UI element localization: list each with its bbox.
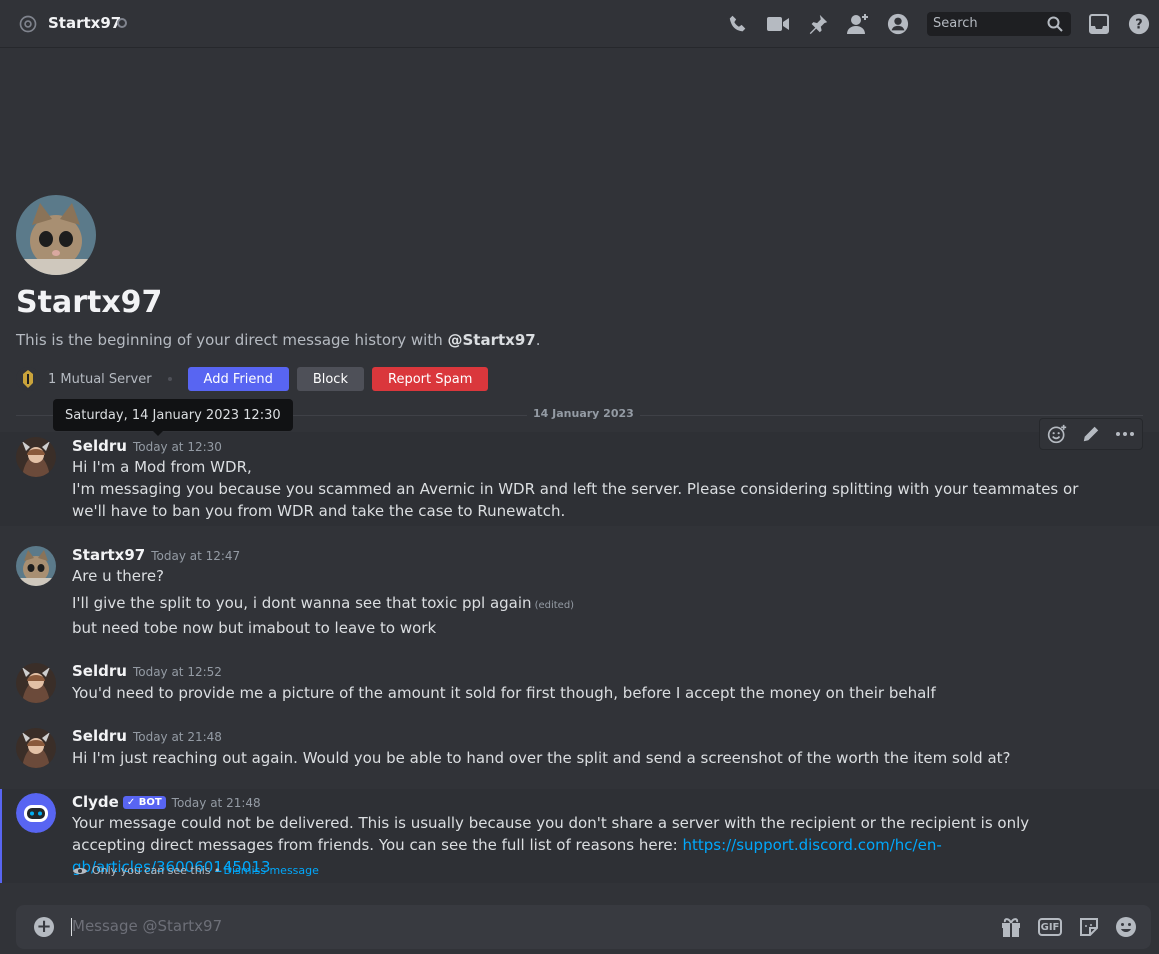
message-timestamp[interactable]: Today at 12:47	[151, 549, 240, 563]
channel-header: Startx97 Search ?	[0, 0, 1159, 48]
more-icon[interactable]	[1115, 424, 1135, 444]
dm-avatar	[16, 195, 96, 275]
add-friend-button[interactable]: Add Friend	[187, 367, 289, 391]
inbox-icon[interactable]	[1087, 12, 1111, 36]
add-friends-to-dm-icon[interactable]	[846, 12, 870, 36]
sticker-icon[interactable]	[1077, 915, 1101, 939]
message-item[interactable]: Startx97 Today at 12:47 Are u there? I'll…	[0, 540, 1159, 640]
edit-icon[interactable]	[1082, 425, 1100, 443]
message-text: Hi I'm a Mod from WDR,	[72, 458, 252, 476]
block-button[interactable]: Block	[296, 367, 364, 391]
message-text: Are u there?	[72, 567, 165, 585]
pin-icon[interactable]	[806, 12, 830, 36]
upload-plus-icon[interactable]: +	[34, 917, 54, 937]
channel-title[interactable]: Startx97	[48, 14, 121, 32]
user-profile-icon[interactable]	[886, 12, 910, 36]
add-reaction-icon[interactable]	[1047, 424, 1067, 444]
startx97-avatar[interactable]	[16, 546, 56, 586]
separator-dot	[167, 377, 172, 381]
message-composer[interactable]: + Message @Startx97 GIF	[16, 905, 1151, 949]
voice-call-icon[interactable]	[726, 12, 750, 36]
eye-icon	[73, 867, 87, 874]
ephemeral-notice: Only you can see this • Dismiss message	[72, 864, 319, 877]
seldru-avatar[interactable]	[16, 728, 56, 768]
author-name[interactable]: Seldru	[72, 727, 127, 745]
author-name[interactable]: Seldru	[72, 662, 127, 680]
mutual-server-link[interactable]: 1 Mutual Server	[48, 372, 152, 387]
seldru-avatar[interactable]	[16, 663, 56, 703]
gif-picker-icon[interactable]: GIF	[1038, 915, 1062, 939]
date-divider-label: 14 January 2023	[527, 407, 640, 420]
svg-text:?: ?	[1135, 18, 1142, 33]
at-icon	[19, 15, 37, 33]
message-item[interactable]: Seldru Today at 12:30 Hi I'm a Mod from W…	[0, 432, 1159, 526]
search-icon	[1047, 16, 1063, 32]
message-item[interactable]: Seldru Today at 21:48 Hi I'm just reachin…	[0, 722, 1159, 772]
author-name[interactable]: Startx97	[72, 546, 145, 564]
dm-handle: @Startx97	[447, 331, 536, 349]
report-spam-button[interactable]: Report Spam	[372, 367, 489, 391]
status-offline-icon	[117, 18, 127, 28]
clyde-avatar[interactable]	[16, 793, 56, 833]
mutual-actions-row: 1 Mutual Server Add Friend Block Report …	[16, 367, 496, 391]
message-text-edited: I'll give the split to you, i dont wanna…	[72, 594, 575, 612]
message-text: but need tobe now but imabout to leave t…	[72, 619, 437, 637]
emoji-picker-icon[interactable]	[1114, 915, 1138, 939]
gift-icon[interactable]	[999, 915, 1023, 939]
message-item[interactable]: Seldru Today at 12:52 You'd need to provi…	[0, 657, 1159, 707]
message-timestamp[interactable]: Today at 21:48	[172, 796, 261, 810]
search-bar[interactable]: Search	[927, 12, 1071, 36]
search-placeholder: Search	[933, 16, 978, 31]
help-icon[interactable]: ?	[1127, 12, 1151, 36]
dm-description: This is the beginning of your direct mes…	[16, 331, 541, 349]
message-timestamp[interactable]: Today at 21:48	[133, 730, 222, 744]
dm-title: Startx97	[16, 285, 163, 320]
mutual-server-icon[interactable]	[16, 367, 40, 391]
author-name[interactable]: Clyde	[72, 793, 119, 811]
bot-badge: ✓ BOT	[122, 796, 166, 809]
timestamp-tooltip: Saturday, 14 January 2023 12:30	[53, 399, 293, 436]
failed-message-text: Hi I'm just reaching out again. Would yo…	[72, 749, 1011, 767]
message-actions-toolbar	[1039, 418, 1143, 450]
video-call-icon[interactable]	[766, 12, 790, 36]
message-timestamp[interactable]: Today at 12:30	[133, 440, 222, 454]
edited-label: (edited)	[534, 600, 575, 611]
message-text: I'm messaging you because you scammed an…	[72, 480, 1079, 520]
message-input-placeholder[interactable]: Message @Startx97	[72, 917, 222, 935]
author-name[interactable]: Seldru	[72, 437, 127, 455]
message-timestamp[interactable]: Today at 12:52	[133, 665, 222, 679]
message-text: You'd need to provide me a picture of th…	[72, 684, 936, 702]
seldru-avatar[interactable]	[16, 437, 56, 477]
dismiss-message-link[interactable]: Dismiss message	[223, 864, 318, 877]
highlight-bar	[0, 789, 2, 883]
